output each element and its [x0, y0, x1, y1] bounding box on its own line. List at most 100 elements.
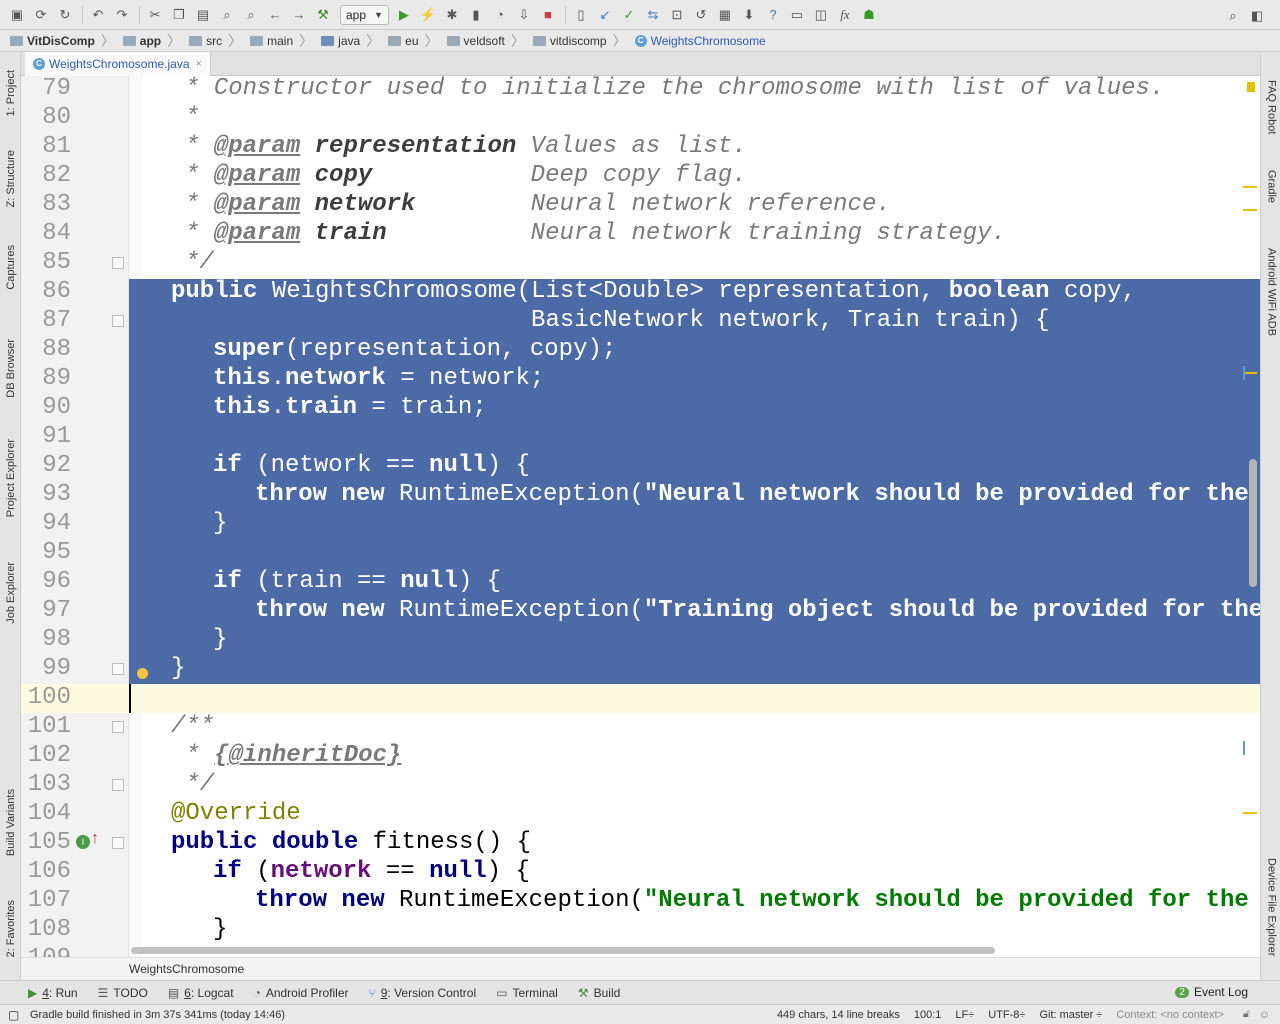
- breadcrumb-item-current[interactable]: C WeightsChromosome: [631, 30, 770, 52]
- vcs-update-icon[interactable]: ↙: [594, 4, 616, 26]
- tool-window-terminal[interactable]: ▭ Terminal: [496, 986, 558, 1000]
- close-icon[interactable]: ×: [196, 58, 202, 70]
- apply-changes-icon[interactable]: ⚡: [417, 4, 439, 26]
- project-structure-icon[interactable]: ▦: [714, 4, 736, 26]
- tool-window-db-browser[interactable]: DB Browser: [2, 328, 19, 408]
- override-arrow-icon[interactable]: ↑: [91, 830, 99, 848]
- sdk-manager-icon[interactable]: ◫: [810, 4, 832, 26]
- vertical-scrollbar-thumb[interactable]: [1249, 459, 1257, 587]
- tool-window-device-file-explorer[interactable]: Device File Explorer: [1263, 858, 1280, 978]
- fold-marker[interactable]: [112, 837, 124, 849]
- breadcrumb-item[interactable]: VitDisComp 〉: [6, 30, 119, 52]
- breadcrumb-item[interactable]: vitdiscomp 〉: [529, 30, 631, 52]
- tool-window-build[interactable]: ⚒ Build: [578, 986, 620, 1000]
- sync-icon[interactable]: ⟳: [30, 4, 52, 26]
- android-icon[interactable]: ☗: [858, 4, 880, 26]
- tool-window-android-profiler[interactable]: ◔ Android Profiler: [254, 986, 349, 1000]
- tool-window-event-log[interactable]: 2 Event Log: [1175, 985, 1248, 999]
- fold-marker[interactable]: [112, 779, 124, 791]
- tool-window-faq-robot[interactable]: FAQ Robot: [1263, 80, 1280, 140]
- breadcrumb-item[interactable]: java 〉: [317, 30, 384, 52]
- coverage-icon[interactable]: ▮: [465, 4, 487, 26]
- vcs-commit-icon[interactable]: ✓: [618, 4, 640, 26]
- forward-icon[interactable]: →: [288, 4, 310, 26]
- tool-window-job-explorer[interactable]: Job Explorer: [2, 550, 19, 636]
- tool-window-gradle[interactable]: Gradle: [1263, 170, 1280, 210]
- breadcrumb-item[interactable]: src 〉: [185, 30, 246, 52]
- fold-marker[interactable]: [112, 663, 124, 675]
- tool-window-android-wifi-adb[interactable]: Android WiFi ADB: [1263, 248, 1280, 348]
- line-separator-select[interactable]: LF÷: [955, 1009, 974, 1021]
- run-configuration-select[interactable]: app ▼: [340, 4, 389, 25]
- vcs-history-icon[interactable]: ⊡: [666, 4, 688, 26]
- redo-icon[interactable]: ↷: [111, 4, 133, 26]
- tool-window-project[interactable]: 1: Project: [2, 58, 19, 128]
- error-stripe-mark[interactable]: [1243, 209, 1257, 211]
- search-everywhere-icon[interactable]: ⌕: [1222, 5, 1244, 27]
- event-icon[interactable]: ◧: [1246, 5, 1268, 27]
- vcs-compare-icon[interactable]: ⇆: [642, 4, 664, 26]
- git-branch-select[interactable]: Git: master ÷: [1039, 1009, 1102, 1021]
- error-stripe-mark[interactable]: [1243, 372, 1257, 374]
- horizontal-scrollbar-thumb[interactable]: [131, 947, 995, 954]
- paste-icon[interactable]: ▤: [192, 4, 214, 26]
- tool-window-todo[interactable]: ☰ TODO: [98, 986, 148, 1000]
- breadcrumb-item[interactable]: app 〉: [119, 30, 185, 52]
- cut-icon[interactable]: ✂: [144, 4, 166, 26]
- error-stripe-mark[interactable]: [1243, 812, 1257, 814]
- error-stripe-status-icon[interactable]: [1247, 82, 1255, 92]
- editor-tab-weightschromosome[interactable]: C WeightsChromosome.java ×: [25, 52, 211, 76]
- context-select[interactable]: Context: <no context>: [1116, 1009, 1224, 1021]
- breadcrumb-item[interactable]: main 〉: [246, 30, 317, 52]
- refresh-icon[interactable]: ↻: [54, 4, 76, 26]
- tool-window-run[interactable]: ▶ 4: Run: [28, 986, 78, 1000]
- encoding-select[interactable]: UTF-8÷: [988, 1009, 1025, 1021]
- run-icon[interactable]: ▶: [393, 4, 415, 26]
- change-stripe-mark[interactable]: [1243, 741, 1245, 755]
- horizontal-scrollbar[interactable]: [129, 946, 1260, 955]
- tool-window-captures[interactable]: Captures: [2, 242, 19, 292]
- attach-icon[interactable]: ⇩: [513, 4, 535, 26]
- status-message[interactable]: Gradle build finished in 3m 37s 341ms (t…: [30, 1009, 285, 1021]
- tool-window-logcat[interactable]: ▤ 6: Logcat: [168, 986, 234, 1000]
- find-icon[interactable]: ⌕: [216, 4, 238, 26]
- save-icon[interactable]: ▣: [6, 4, 28, 26]
- lock-icon[interactable]: 🔓︎: [1243, 1008, 1250, 1021]
- tool-window-structure[interactable]: Z: Structure: [2, 144, 19, 214]
- breadcrumb-item[interactable]: veldsoft 〉: [443, 30, 529, 52]
- code-line: 86 public WeightsChromosome(List<Double> …: [42, 278, 1136, 305]
- help-icon[interactable]: ?: [762, 4, 784, 26]
- tool-window-project-explorer[interactable]: Project Explorer: [2, 428, 19, 528]
- error-stripe-mark[interactable]: [1243, 186, 1257, 188]
- fold-marker[interactable]: [112, 257, 124, 269]
- implements-icon[interactable]: I: [76, 835, 90, 849]
- sdk-icon[interactable]: ⬇: [738, 4, 760, 26]
- back-icon[interactable]: ←: [264, 4, 286, 26]
- tool-window-favorites[interactable]: 2: Favorites: [2, 888, 19, 970]
- build-icon[interactable]: ⚒: [312, 4, 334, 26]
- fx-icon[interactable]: fx: [834, 4, 856, 26]
- replace-icon[interactable]: ⌕: [240, 4, 262, 26]
- editor-breadcrumb-item[interactable]: WeightsChromosome: [129, 962, 244, 976]
- folder-icon: [10, 35, 23, 46]
- terminal-icon[interactable]: ▭: [786, 4, 808, 26]
- change-stripe-mark[interactable]: [1243, 366, 1245, 380]
- code-line: 92 if (network == null) {: [42, 452, 530, 479]
- undo-icon[interactable]: ↶: [87, 4, 109, 26]
- copy-icon[interactable]: ❐: [168, 4, 190, 26]
- fold-marker[interactable]: [112, 721, 124, 733]
- debug-icon[interactable]: ✱: [441, 4, 463, 26]
- lightbulb-icon[interactable]: [137, 668, 148, 679]
- caret-position[interactable]: 100:1: [914, 1009, 942, 1021]
- breadcrumb-item[interactable]: eu 〉: [384, 30, 442, 52]
- profile-icon[interactable]: ◔: [489, 4, 511, 26]
- tool-windows-toggle-icon[interactable]: ▢: [8, 1008, 19, 1022]
- stop-icon[interactable]: ■: [537, 4, 559, 26]
- tool-window-build-variants[interactable]: Build Variants: [2, 778, 19, 868]
- tool-window-version-control[interactable]: ⑂ 9: Version Control: [369, 986, 477, 1000]
- inspector-icon[interactable]: ☺︎: [1259, 1009, 1270, 1021]
- vcs-revert-icon[interactable]: ↺: [690, 4, 712, 26]
- fold-marker[interactable]: [112, 315, 124, 327]
- code-editor[interactable]: 79 * Constructor used to initialize the c…: [21, 76, 1260, 957]
- avd-icon[interactable]: ▯: [570, 4, 592, 26]
